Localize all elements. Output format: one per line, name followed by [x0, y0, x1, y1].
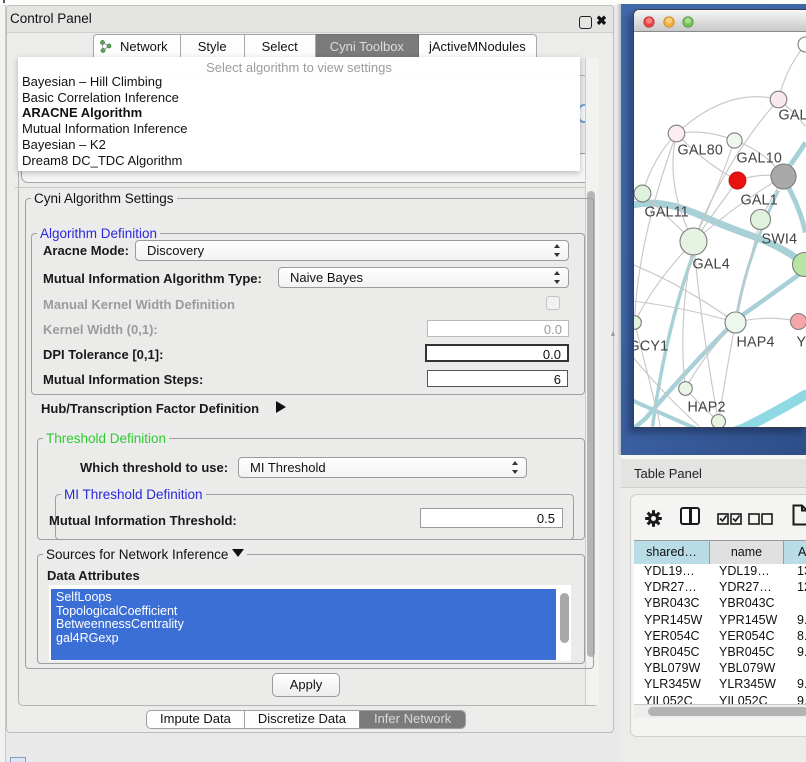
svg-text:GAL1: GAL1 — [741, 193, 778, 209]
svg-text:YM: YM — [797, 335, 806, 351]
svg-text:GAL11: GAL11 — [645, 205, 689, 221]
svg-text:GCY1: GCY1 — [634, 339, 668, 355]
svg-text:GAL80: GAL80 — [678, 143, 724, 159]
svg-text:HAP4: HAP4 — [737, 335, 775, 351]
svg-text:HAP2: HAP2 — [688, 400, 726, 416]
svg-text:GAL4: GAL4 — [693, 257, 730, 273]
svg-text:GAL7: GAL7 — [779, 108, 806, 124]
svg-text:SWI4: SWI4 — [762, 232, 798, 248]
svg-text:GAL10: GAL10 — [737, 151, 783, 167]
